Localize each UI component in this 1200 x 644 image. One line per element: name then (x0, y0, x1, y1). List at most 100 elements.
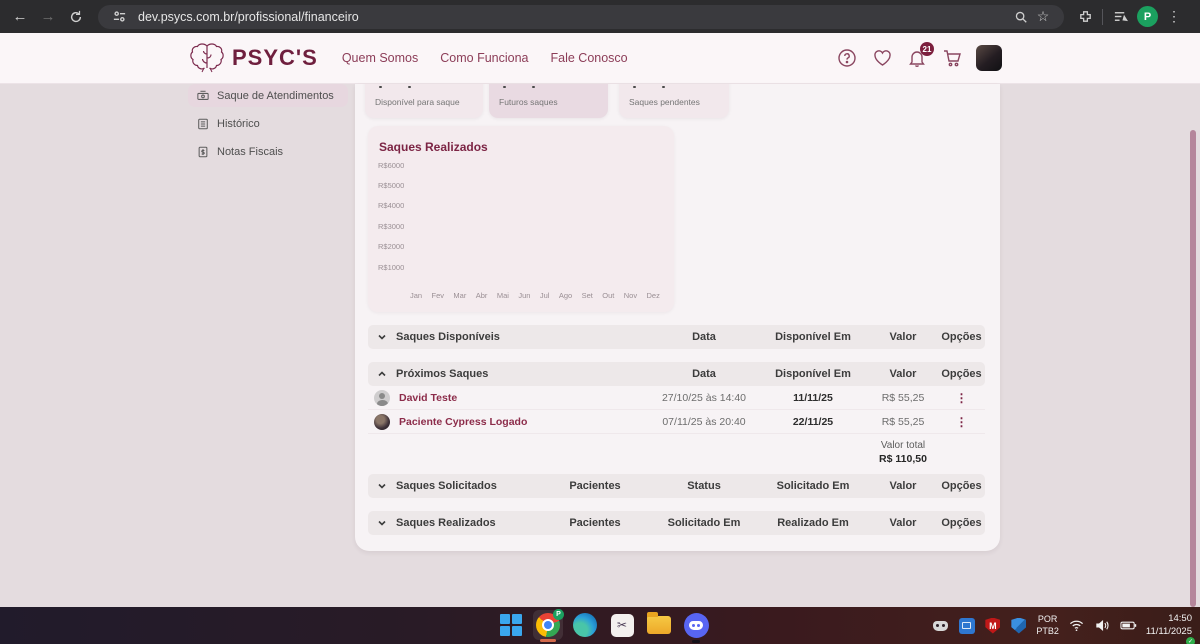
table-row[interactable]: Paciente Cypress Logado 07/11/25 às 20:4… (368, 410, 985, 434)
saques-realizados-chart: Saques Realizados R$6000 R$5000 R$4000 R… (368, 126, 674, 312)
file-explorer-taskbar-icon[interactable] (644, 610, 674, 640)
sidebar-item-saque-de-atendimentos[interactable]: Saque de Atendimentos (188, 84, 348, 107)
x-tick: Dez (647, 291, 660, 300)
x-tick: Abr (476, 291, 488, 300)
forward-icon[interactable]: → (34, 4, 62, 30)
brand-name[interactable]: PSYC'S (232, 45, 318, 71)
help-icon[interactable] (836, 47, 858, 69)
url-text[interactable]: dev.psycs.com.br/profissional/financeiro (138, 10, 1010, 24)
col-realizado-em: Realizado Em (758, 517, 868, 529)
section-saques-realizados: Saques Realizados Pacientes Solicitado E… (368, 511, 985, 535)
cell-disponivel-em: 11/11/25 (758, 392, 868, 404)
brand[interactable]: PSYC'S (190, 42, 318, 74)
chart-title: Saques Realizados (379, 140, 488, 154)
card-futuros-saques[interactable]: Futuros saques (489, 84, 608, 118)
wifi-icon[interactable] (1068, 617, 1085, 634)
snipping-tool-taskbar-icon[interactable]: ✂ (607, 610, 637, 640)
section-title: Saques Disponíveis (396, 331, 500, 343)
remote-desktop-tray-icon[interactable] (958, 617, 975, 634)
patient-avatar (374, 390, 390, 406)
sidebar-item-label: Histórico (217, 118, 260, 130)
taskbar-apps: P ✂ (496, 610, 711, 640)
nav-como-funciona[interactable]: Como Funciona (440, 51, 528, 65)
col-valor: Valor (868, 368, 938, 380)
language-line1: POR (1036, 614, 1059, 625)
chevron-up-icon[interactable] (377, 369, 387, 379)
header-actions: 21 (836, 45, 1002, 71)
scissors-icon: ✂ (611, 614, 634, 637)
cart-icon[interactable] (941, 47, 963, 69)
card-disponivel-para-saque[interactable]: Disponível para saque (365, 84, 483, 118)
nav-fale-conosco[interactable]: Fale Conosco (551, 51, 628, 65)
y-tick: R$1000 (378, 263, 404, 272)
section-header-saques-disponiveis[interactable]: Saques Disponíveis Data Disponível Em Va… (368, 325, 985, 349)
sidebar-item-historico[interactable]: Histórico (188, 112, 348, 135)
windows-taskbar: P ✂ M ✓ POR PTB2 (0, 607, 1200, 644)
section-title: Próximos Saques (396, 368, 488, 380)
notification-badge: 21 (920, 42, 934, 56)
start-button[interactable] (496, 610, 526, 640)
col-opcoes: Opções (938, 368, 985, 380)
back-icon[interactable]: ← (6, 4, 34, 30)
y-tick: R$2000 (378, 242, 404, 251)
site-settings-icon[interactable] (108, 6, 130, 28)
financeiro-page: Saque de Atendimentos Histórico Notas Fi… (0, 84, 1200, 607)
browser-profile-avatar[interactable]: P (1137, 6, 1158, 27)
x-axis: Jan Fev Mar Abr Mai Jun Jul Ago Set Out … (410, 291, 660, 300)
col-solicitado-em: Solicitado Em (650, 517, 758, 529)
clock-time: 14:50 (1146, 613, 1192, 625)
language-indicator[interactable]: POR PTB2 (1036, 614, 1059, 637)
cell-valor: R$ 55,25 (868, 416, 938, 428)
reading-list-icon[interactable] (1109, 6, 1131, 28)
clock-date: 11/11/2025 (1146, 626, 1192, 638)
battery-icon[interactable] (1120, 617, 1137, 634)
chevron-down-icon[interactable] (377, 518, 387, 528)
section-header-proximos-saques[interactable]: Próximos Saques Data Disponível Em Valor… (368, 362, 985, 386)
x-tick: Jul (540, 291, 550, 300)
address-bar[interactable]: dev.psycs.com.br/profissional/financeiro… (98, 5, 1064, 29)
section-saques-solicitados: Saques Solicitados Pacientes Status Soli… (368, 474, 985, 498)
card-saques-pendentes[interactable]: Saques pendentes (619, 84, 729, 118)
col-valor: Valor (868, 517, 938, 529)
y-tick: R$3000 (378, 222, 404, 231)
chevron-down-icon[interactable] (377, 481, 387, 491)
col-disponivel-em: Disponível Em (758, 368, 868, 380)
user-avatar[interactable] (976, 45, 1002, 71)
clock[interactable]: 14:50 11/11/2025 (1146, 613, 1192, 638)
notifications-bell-icon[interactable]: 21 (906, 47, 928, 69)
mcafee-tray-icon[interactable]: M (984, 617, 1001, 634)
volume-icon[interactable] (1094, 617, 1111, 634)
browser-menu-icon[interactable]: ⋮ (1164, 8, 1184, 25)
sidebar-item-notas-fiscais[interactable]: Notas Fiscais (188, 140, 348, 163)
card-label: Disponível para saque (375, 97, 460, 107)
row-options-icon[interactable]: ⋮ (938, 415, 985, 429)
table-row[interactable]: David Teste 27/10/25 às 14:40 11/11/25 R… (368, 386, 985, 410)
nav-quem-somos[interactable]: Quem Somos (342, 51, 418, 65)
edge-taskbar-icon[interactable] (570, 610, 600, 640)
site-header: PSYC'S Quem Somos Como Funciona Fale Con… (0, 33, 1200, 84)
discord-tray-icon[interactable] (932, 617, 949, 634)
sidebar: Saque de Atendimentos Histórico Notas Fi… (188, 84, 348, 168)
patient-name[interactable]: Paciente Cypress Logado (399, 416, 527, 428)
chevron-down-icon[interactable] (377, 332, 387, 342)
x-tick: Jan (410, 291, 422, 300)
clipped-value-fragment (503, 86, 535, 88)
browser-actions: P ⋮ (1074, 6, 1184, 28)
section-header-saques-realizados[interactable]: Saques Realizados Pacientes Solicitado E… (368, 511, 985, 535)
zoom-icon[interactable] (1010, 6, 1032, 28)
chrome-taskbar-icon[interactable]: P (533, 610, 563, 640)
patient-name[interactable]: David Teste (399, 392, 457, 404)
extensions-icon[interactable] (1074, 6, 1096, 28)
favorites-heart-icon[interactable] (871, 47, 893, 69)
x-tick: Set (582, 291, 593, 300)
col-valor: Valor (868, 480, 938, 492)
section-header-saques-solicitados[interactable]: Saques Solicitados Pacientes Status Soli… (368, 474, 985, 498)
discord-taskbar-icon[interactable] (681, 610, 711, 640)
reload-icon[interactable] (62, 4, 90, 30)
col-solicitado-em: Solicitado Em (758, 480, 868, 492)
page-scrollbar[interactable] (1190, 130, 1196, 607)
row-options-icon[interactable]: ⋮ (938, 391, 985, 405)
bookmark-star-icon[interactable]: ☆ (1032, 6, 1054, 28)
x-tick: Out (602, 291, 614, 300)
windows-security-tray-icon[interactable]: ✓ (1010, 617, 1027, 634)
